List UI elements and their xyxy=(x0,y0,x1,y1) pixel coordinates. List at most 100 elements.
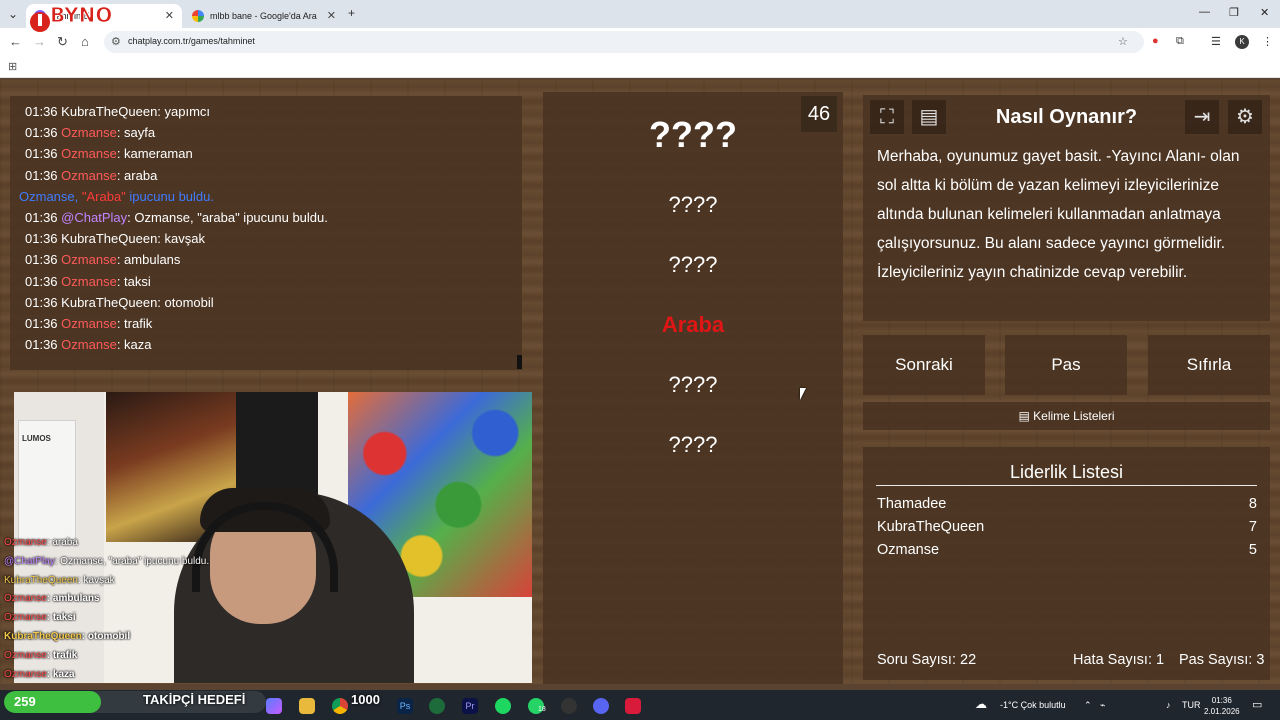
chat-text: otomobil xyxy=(164,294,214,310)
chat-text: kameraman xyxy=(124,146,193,162)
bookmarks-bar: ⊞ xyxy=(0,56,1280,78)
forward-icon[interactable]: → xyxy=(33,34,46,49)
chat-text: ambulans xyxy=(124,252,181,268)
svg-text:BYNO: BYNO xyxy=(50,3,112,27)
fullscreen-icon[interactable]: ⛶ xyxy=(870,100,904,134)
error-count: Hata Sayısı: 1 xyxy=(1073,652,1165,668)
leaderboard-divider xyxy=(876,485,1257,486)
chat-scrollbar[interactable] xyxy=(517,355,522,369)
chat-username: Ozmanse xyxy=(61,337,117,353)
file-explorer-icon[interactable] xyxy=(299,698,315,714)
notification-icon[interactable]: ▭ xyxy=(1252,698,1262,711)
overlay-message: Ozmanse: taksi xyxy=(4,612,76,624)
leaderboard-row: KubraTheQueen 7 xyxy=(877,519,1257,535)
hint-word: ???? xyxy=(668,432,718,457)
tab-google-search[interactable]: mlbb bane - Google'da Ara ✕ xyxy=(184,4,344,28)
pass-button[interactable]: Pas xyxy=(1005,335,1127,395)
discord-icon[interactable] xyxy=(593,698,609,714)
overlay-message: Ozmanse: araba xyxy=(4,537,78,548)
follower-count: 259 xyxy=(14,694,36,709)
chat-text: araba xyxy=(124,167,158,183)
chat-text: kaza xyxy=(124,337,152,353)
app-icon[interactable] xyxy=(561,698,577,714)
copilot-icon[interactable] xyxy=(266,698,282,714)
overlay-message: Ozmanse: kaza xyxy=(4,668,75,680)
chat-username: Ozmanse xyxy=(61,125,117,141)
word-lists-label: Kelime Listeleri xyxy=(1033,409,1115,423)
site-info-icon[interactable]: ⚙ xyxy=(111,35,121,48)
language-indicator[interactable]: TUR xyxy=(1182,700,1201,710)
word-lists-button[interactable]: ▤ Kelime Listeleri xyxy=(863,402,1270,430)
minimize-icon[interactable]: — xyxy=(1199,6,1210,18)
how-to-play-text: Merhaba, oyunumuz gayet basit. -Yayıncı … xyxy=(877,148,1240,281)
extension-icon[interactable]: ● xyxy=(1152,35,1159,47)
follower-goal-label: TAKİPÇİ HEDEFİ xyxy=(143,692,246,707)
menu-kebab-icon[interactable]: ⋮ xyxy=(1262,35,1273,48)
chat-username: KubraTheQueen xyxy=(61,231,158,247)
chat-message: 01:36 Ozmanse: araba xyxy=(25,167,158,183)
streamer-logo: BYNO xyxy=(30,3,113,32)
spotify-icon[interactable] xyxy=(495,698,511,714)
tab-search-icon[interactable]: ⌄ xyxy=(8,7,18,21)
hint-word-found: Araba xyxy=(661,312,725,337)
document-icon[interactable]: ▤ xyxy=(912,100,946,134)
gear-icon[interactable]: ⚙ xyxy=(1228,100,1262,134)
reload-icon[interactable]: ↻ xyxy=(57,34,68,50)
chat-username: Ozmanse xyxy=(61,252,117,268)
chat-username: Ozmanse xyxy=(61,315,117,331)
chat-message: 01:36 Ozmanse: sayfa xyxy=(25,125,156,141)
photoshop-icon[interactable]: Ps xyxy=(397,698,413,714)
apps-grid-icon[interactable]: ⊞ xyxy=(8,60,17,73)
premiere-icon[interactable]: Pr xyxy=(462,698,478,714)
overlay-message: Ozmanse: trafik xyxy=(4,649,78,661)
chat-message: 01:36 KubraTheQueen: otomobil xyxy=(25,294,214,310)
leaderboard-row: Ozmanse 5 xyxy=(877,542,1257,558)
url-text: chatplay.com.tr/games/tahminet xyxy=(128,36,255,46)
hint-word: ???? xyxy=(668,252,718,277)
window-close-icon[interactable]: ✕ xyxy=(1260,6,1269,19)
tab-search-list-icon[interactable]: ☰ xyxy=(1211,35,1221,48)
network-icon[interactable]: ⌁ xyxy=(1100,700,1105,711)
how-to-play-title: Nasıl Oynanır? xyxy=(995,106,1138,128)
close-tab-icon[interactable]: ✕ xyxy=(165,9,174,22)
tray-chevron-icon[interactable]: ⌃ xyxy=(1084,700,1092,711)
exit-icon[interactable]: ⇥ xyxy=(1185,100,1219,134)
valorant-icon[interactable] xyxy=(625,698,641,714)
chat-message: 01:36 Ozmanse: trafik xyxy=(25,315,153,331)
viewer-count: 1000 xyxy=(351,692,380,707)
browser-tab-bar: ⌄ Tahmin Et ✕ mlbb bane - Google'da Ara … xyxy=(0,0,1280,28)
back-icon[interactable]: ← xyxy=(9,34,22,49)
chat-system-message: Ozmanse, "Araba" ipucunu buldu. xyxy=(19,188,214,204)
chat-username: KubraTheQueen xyxy=(61,294,158,310)
poster-brand-text: LUMOS xyxy=(22,434,51,443)
chat-message: 01:36 @ChatPlay: Ozmanse, "araba" ipucun… xyxy=(25,209,328,225)
address-bar[interactable]: ⚙ chatplay.com.tr/games/tahminet ☆ xyxy=(104,31,1144,53)
chat-text: trafik xyxy=(124,315,153,331)
profile-avatar[interactable]: K xyxy=(1235,35,1249,49)
chat-panel: 01:36 KubraTheQueen: yapımcı 01:36 Ozman… xyxy=(10,96,522,370)
reset-button[interactable]: Sıfırla xyxy=(1148,335,1270,395)
taskbar-clock[interactable]: 01:36 2.01.2026 xyxy=(1204,695,1240,717)
next-button[interactable]: Sonraki xyxy=(863,335,985,395)
bookmark-star-icon[interactable]: ☆ xyxy=(1118,35,1128,48)
volume-icon[interactable]: ♪ xyxy=(1166,700,1171,710)
extensions-puzzle-icon[interactable]: ⧉ xyxy=(1176,35,1184,48)
chrome-icon[interactable] xyxy=(332,698,348,714)
mouse-cursor-icon xyxy=(800,388,806,400)
tab-label: mlbb bane - Google'da Ara xyxy=(210,11,317,21)
weather-text[interactable]: -1°C Çok bulutlu xyxy=(1000,700,1066,710)
obs-icon[interactable] xyxy=(429,698,445,714)
overlay-message: KubraTheQueen: otomobil xyxy=(4,630,131,642)
document-icon: ▤ xyxy=(1018,409,1030,423)
new-tab-icon[interactable]: + xyxy=(348,6,355,20)
close-tab-icon[interactable]: ✕ xyxy=(327,9,336,22)
pass-count: Pas Sayısı: 3 xyxy=(1179,652,1265,668)
chat-text: sayfa xyxy=(124,125,156,141)
chat-message: 01:36 Ozmanse: ambulans xyxy=(25,252,181,268)
home-icon[interactable]: ⌂ xyxy=(81,34,89,49)
overlay-message: KubraTheQueen: kavşak xyxy=(4,574,115,586)
chat-message: 01:36 Ozmanse: taksi xyxy=(25,273,151,289)
chat-text: taksi xyxy=(124,273,151,289)
target-word: ???? xyxy=(649,114,737,155)
restore-icon[interactable]: ❐ xyxy=(1229,6,1239,19)
